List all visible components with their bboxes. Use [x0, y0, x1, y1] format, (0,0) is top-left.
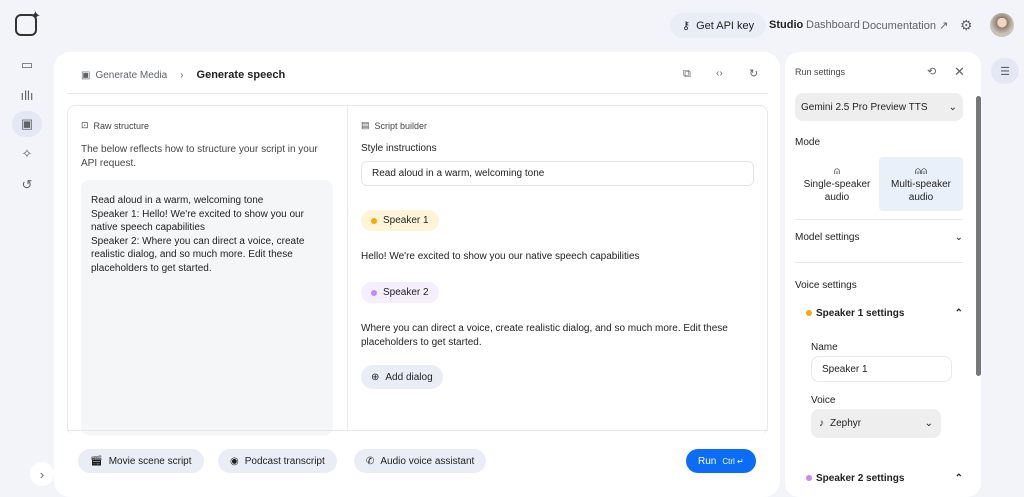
speaker-1-dot [371, 217, 377, 224]
speaker-2-line[interactable]: Where you can direct a voice, create rea… [361, 322, 751, 350]
dashboard-link[interactable]: Dashboard [806, 19, 860, 31]
get-api-key-button[interactable]: ⚷ Get API key [670, 13, 767, 38]
settings-gear-icon[interactable]: ⚙ [960, 17, 973, 34]
script-builder-header: ▤ Script builder [361, 120, 428, 131]
speaker-2-dot [371, 289, 377, 296]
copy-icon[interactable]: ⧉ [683, 68, 691, 81]
podcast-transcript-button[interactable]: ◉ Podcast transcript [218, 449, 337, 473]
chevron-up-icon: ⌃ [954, 473, 963, 484]
voice-label: Voice [811, 395, 836, 406]
model-settings-toggle[interactable]: Model settings ⌄ [795, 232, 963, 243]
speaker-1-line[interactable]: Hello! We're excited to show you our nat… [361, 251, 640, 262]
speaker-2-settings-toggle[interactable]: Speaker 2 settings ⌃ [806, 473, 963, 484]
studio-link[interactable]: Studio [769, 19, 803, 31]
mode-label: Mode [795, 137, 821, 148]
compare-icon[interactable]: ⟲ [927, 65, 936, 78]
stream-nav-button[interactable]: ıllı [12, 82, 42, 108]
single-speaker-option[interactable]: ⍝ Single-speaker audio [795, 157, 879, 211]
run-settings-title: Run settings [795, 67, 846, 77]
speaker-2-chip[interactable]: Speaker 2 [361, 282, 439, 303]
model-select[interactable]: Gemini 2.5 Pro Preview TTS ⌄ [795, 93, 963, 121]
chat-icon: ▭ [20, 57, 34, 72]
avatar[interactable] [990, 13, 1014, 37]
add-circle-icon: ⊕ [371, 371, 380, 383]
generate-media-nav-button[interactable]: ▣ [12, 111, 42, 137]
chevron-down-icon: ⌄ [924, 418, 933, 429]
refresh-icon[interactable]: ↻ [749, 67, 758, 80]
chevron-right-icon: › [39, 466, 45, 482]
puzzle-icon: ✧ [21, 146, 33, 161]
external-link-icon: ↗ [939, 20, 949, 32]
waveform-icon: ıllı [20, 87, 34, 103]
close-icon[interactable]: ✕ [954, 64, 965, 80]
breadcrumb: ▣ Generate Media › Generate speech [81, 69, 285, 81]
page-title: Generate speech [196, 69, 286, 81]
phone-icon: ✆ [366, 455, 375, 467]
sparkle-icon: ✦ [30, 8, 41, 23]
breadcrumb-parent[interactable]: Generate Media [95, 70, 167, 81]
chevron-down-icon: ⌄ [948, 101, 957, 113]
movie-scene-script-button[interactable]: 🎬︎ Movie scene script [78, 449, 204, 473]
chevron-down-icon: ⌄ [954, 232, 963, 243]
code-icon[interactable]: ‹› [716, 68, 723, 79]
chevron-right-icon: › [180, 69, 184, 81]
expand-sidebar-button[interactable]: › [30, 462, 54, 486]
clapperboard-icon: 🎬︎ [90, 455, 103, 467]
voice-icon: ♪ [819, 418, 824, 429]
media-icon: ▣ [81, 69, 91, 81]
code-block-icon: ⊡ [81, 120, 89, 130]
chat-nav-button[interactable]: ▭ [12, 52, 42, 78]
history-icon: ↺ [21, 177, 33, 192]
tune-icon: ☰ [1000, 65, 1010, 78]
speaker-name-input[interactable]: Speaker 1 [811, 356, 952, 382]
run-button[interactable]: Run Ctrl ↵ [686, 449, 756, 473]
raw-script: Read aloud in a warm, welcoming tone Spe… [81, 180, 333, 435]
podcast-icon: ◉ [230, 455, 239, 467]
build-nav-button[interactable]: ✧ [12, 141, 42, 167]
settings-scrollbar[interactable] [976, 96, 981, 376]
speaker-2-dot [806, 475, 812, 481]
raw-structure-header: ⊡ Raw structure [81, 120, 150, 131]
script-icon: ▤ [361, 120, 370, 130]
person-icon: ⍝ [834, 165, 840, 177]
documentation-link[interactable]: Documentation ↗ [862, 19, 948, 32]
add-dialog-button[interactable]: ⊕ Add dialog [361, 365, 443, 389]
chevron-up-icon: ⌃ [954, 308, 963, 319]
people-icon: ⍝⍝ [915, 165, 927, 177]
voice-settings-label: Voice settings [795, 280, 857, 291]
style-instructions-label: Style instructions [361, 143, 437, 154]
speaker-1-chip[interactable]: Speaker 1 [361, 210, 439, 231]
toggle-run-settings-button[interactable]: ☰ [991, 58, 1019, 84]
run-shortcut: Ctrl ↵ [722, 456, 744, 466]
style-instructions-input[interactable]: Read aloud in a warm, welcoming tone [361, 161, 754, 186]
name-label: Name [811, 342, 838, 353]
audio-voice-assistant-button[interactable]: ✆ Audio voice assistant [354, 449, 487, 473]
history-nav-button[interactable]: ↺ [12, 172, 42, 198]
media-icon: ▣ [20, 116, 34, 131]
multi-speaker-option[interactable]: ⍝⍝ Multi-speaker audio [879, 157, 963, 211]
key-icon: ⚷ [682, 20, 691, 32]
voice-select[interactable]: ♪ Zephyr ⌄ [811, 409, 941, 438]
speaker-1-dot [806, 310, 812, 316]
raw-description: The below reflects how to structure your… [81, 144, 318, 169]
speaker-1-settings-toggle[interactable]: Speaker 1 settings ⌃ [806, 308, 963, 319]
